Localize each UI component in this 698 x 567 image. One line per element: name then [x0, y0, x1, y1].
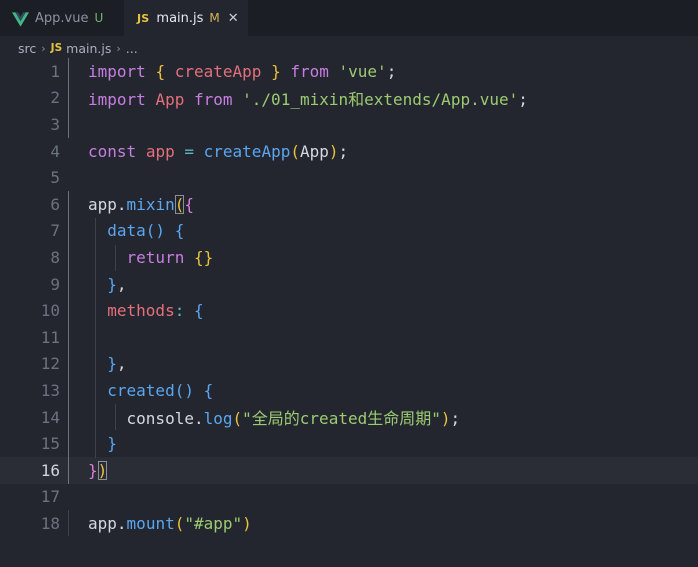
code-text: created() {: [107, 380, 214, 400]
code-text: data() {: [107, 221, 185, 241]
breadcrumb-folder[interactable]: src: [18, 41, 36, 56]
code-line[interactable]: 14 console.log("全局的created生命周期");: [0, 404, 698, 431]
code-text: import { createApp } from 'vue';: [88, 61, 397, 81]
code-text: app.mixin({: [88, 194, 194, 214]
code-line[interactable]: 2 import App from './01_mixin和extends/Ap…: [0, 85, 698, 112]
js-icon: JS: [137, 11, 150, 25]
tab-label: main.js: [156, 10, 204, 26]
code-text: },: [107, 274, 127, 294]
js-file-icon: JS: [50, 42, 63, 54]
code-line[interactable]: 15 }: [0, 430, 698, 457]
code-text: }): [88, 460, 108, 480]
code-text: methods: {: [107, 301, 204, 321]
code-line[interactable]: 12 },: [0, 351, 698, 378]
code-line[interactable]: 18 app.mount("#app"): [0, 510, 698, 537]
tab-status-badge: M: [209, 11, 220, 25]
code-text: app.mount("#app"): [88, 513, 252, 533]
code-line[interactable]: 6 app.mixin({: [0, 191, 698, 218]
chevron-right-icon: ›: [41, 41, 46, 55]
code-line[interactable]: 5: [0, 164, 698, 191]
line-number: 15: [40, 434, 60, 454]
code-line[interactable]: 8 return {}: [0, 244, 698, 271]
line-number: 7: [50, 221, 60, 241]
code-text: }: [107, 434, 117, 454]
line-number: 6: [50, 194, 60, 214]
line-number: 13: [40, 380, 60, 400]
code-line[interactable]: 1 import { createApp } from 'vue';: [0, 58, 698, 85]
tab-bar: App.vue U JS main.js M ✕: [0, 0, 698, 36]
line-number: 4: [50, 141, 60, 161]
line-number: 9: [50, 274, 60, 294]
line-number: 14: [40, 407, 60, 427]
close-icon[interactable]: ✕: [228, 11, 239, 26]
line-number: 18: [40, 513, 60, 533]
line-number: 2: [50, 88, 60, 108]
code-line[interactable]: 7 data() {: [0, 218, 698, 245]
code-text: const app = createApp(App);: [88, 141, 349, 161]
code-text: console.log("全局的created生命周期");: [126, 409, 461, 429]
code-line[interactable]: 9 },: [0, 271, 698, 298]
code-line[interactable]: 17: [0, 484, 698, 511]
line-number: 8: [50, 247, 60, 267]
code-text: return {}: [126, 247, 214, 267]
code-line[interactable]: 10 methods: {: [0, 297, 698, 324]
code-line-current[interactable]: 16 }): [0, 457, 698, 484]
line-number: 17: [40, 487, 60, 507]
code-line[interactable]: 11: [0, 324, 698, 351]
breadcrumb: src › JS main.js › ...: [0, 36, 698, 60]
code-text: import App from './01_mixin和extends/App.…: [88, 89, 528, 109]
line-number: 12: [40, 354, 60, 374]
line-number: 3: [50, 114, 60, 134]
code-line[interactable]: 4 const app = createApp(App);: [0, 138, 698, 165]
tab-label: App.vue: [35, 10, 89, 26]
code-text: },: [107, 354, 127, 374]
line-number: 10: [40, 301, 60, 321]
tab-main-js[interactable]: JS main.js M ✕: [124, 0, 248, 36]
code-editor[interactable]: 1 import { createApp } from 'vue'; 2 imp…: [0, 58, 698, 567]
code-line[interactable]: 3: [0, 111, 698, 138]
code-line[interactable]: 13 created() {: [0, 377, 698, 404]
line-number: 1: [50, 61, 60, 81]
breadcrumb-file[interactable]: main.js: [66, 41, 111, 56]
line-number: 11: [40, 327, 60, 347]
vue-icon: [12, 11, 29, 27]
breadcrumb-more[interactable]: ...: [126, 41, 138, 56]
chevron-right-icon: ›: [116, 41, 121, 55]
line-number: 5: [50, 168, 60, 188]
tab-status-badge: U: [94, 11, 104, 25]
tab-app-vue[interactable]: App.vue U: [0, 0, 124, 36]
line-number: 16: [40, 460, 60, 480]
